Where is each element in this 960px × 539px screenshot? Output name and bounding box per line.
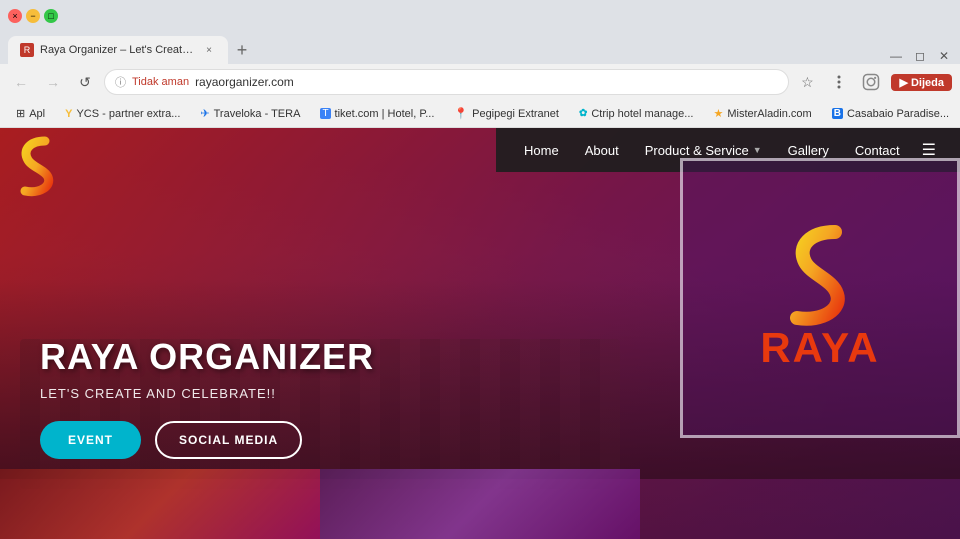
bookmark-apl[interactable]: ⊞ Apl: [8, 105, 53, 122]
bookmark-favicon-traveloka: ✈: [200, 107, 209, 120]
profile-label: Dijeda: [911, 77, 944, 89]
maximize-window-btn[interactable]: □: [44, 9, 58, 23]
bookmark-ycs[interactable]: Y YCS - partner extra...: [57, 106, 188, 122]
bookmark-label: YCS - partner extra...: [76, 108, 180, 120]
win-minimize-btn[interactable]: —: [888, 48, 904, 64]
bottom-strip: [0, 469, 640, 539]
bookmark-label: MisterAladin.com: [727, 108, 811, 120]
title-bar: × − □: [0, 0, 960, 32]
bookmark-favicon-casabaio: B: [832, 108, 843, 119]
hero-content: RAYA ORGANIZER LET'S CREATE AND CELEBRAT…: [40, 336, 374, 459]
profile-icon: ▶: [899, 77, 907, 89]
bookmark-favicon-tiket: T: [320, 108, 330, 119]
hero-buttons: EVENT SOCIAL MEDIA: [40, 421, 374, 459]
nav-product-service-label: Product & Service: [645, 143, 749, 158]
bookmark-label: Pegipegi Extranet: [472, 108, 559, 120]
bookmark-misteraladin[interactable]: ★ MisterAladin.com: [705, 105, 819, 122]
bookmark-tiket[interactable]: T tiket.com | Hotel, P...: [312, 106, 442, 122]
apps-icon: ⊞: [16, 107, 25, 120]
back-btn[interactable]: ←: [8, 69, 34, 95]
address-bar-row: ← → ↺ ⓘ Tidak aman rayaorganizer.com ☆ ▶…: [0, 64, 960, 100]
win-close-btn[interactable]: ✕: [936, 48, 952, 64]
bookmark-favicon-ycs: Y: [65, 108, 72, 120]
raya-logo-big: RAYA: [760, 224, 879, 372]
strip-thumb-1: [0, 469, 320, 539]
nav-home[interactable]: Home: [512, 137, 571, 164]
bookmark-label: Apl: [29, 108, 45, 120]
new-tab-btn[interactable]: +: [228, 36, 256, 64]
bookmark-favicon-pegipegi: 📍: [454, 107, 468, 120]
active-tab[interactable]: R Raya Organizer – Let's Create an... ×: [8, 36, 228, 64]
reload-btn[interactable]: ↺: [72, 69, 98, 95]
bookmark-label: Casabaio Paradise...: [847, 108, 949, 120]
raya-name: RAYA: [760, 324, 879, 372]
bookmark-label: tiket.com | Hotel, P...: [335, 108, 435, 120]
minimize-window-btn[interactable]: −: [26, 9, 40, 23]
bookmark-pegipegi[interactable]: 📍 Pegipegi Extranet: [446, 105, 567, 122]
tab-bar: R Raya Organizer – Let's Create an... × …: [0, 32, 960, 64]
close-window-btn[interactable]: ×: [8, 9, 22, 23]
profile-btn[interactable]: ▶ Dijeda: [891, 74, 952, 91]
address-bar[interactable]: ⓘ Tidak aman rayaorganizer.com: [104, 69, 789, 95]
bookmark-casabaio[interactable]: B Casabaio Paradise...: [824, 106, 957, 122]
bookmarks-bar: ⊞ Apl Y YCS - partner extra... ✈ Travelo…: [0, 100, 960, 128]
tab-close-btn[interactable]: ×: [202, 43, 216, 57]
logo-card: RAYA: [680, 158, 960, 438]
extensions-btn[interactable]: [827, 70, 851, 94]
bookmark-favicon-ctrip: ✿: [579, 108, 587, 119]
website-content: Home About Product & Service ▼ Gallery C…: [0, 128, 960, 539]
strip-thumb-2: [320, 469, 640, 539]
event-btn[interactable]: EVENT: [40, 421, 141, 459]
hero-subtitle: LET'S CREATE AND CELEBRATE!!: [40, 386, 374, 401]
bookmark-star-btn[interactable]: ☆: [795, 70, 819, 94]
social-media-btn[interactable]: SOCIAL MEDIA: [155, 421, 302, 459]
bookmark-ctrip[interactable]: ✿ Ctrip hotel manage...: [571, 106, 702, 122]
instagram-icon: [859, 70, 883, 94]
tab-favicon: R: [20, 43, 34, 57]
hero-title: RAYA ORGANIZER: [40, 336, 374, 378]
nav-about[interactable]: About: [573, 137, 631, 164]
bookmark-label: Ctrip hotel manage...: [591, 108, 693, 120]
url-display: rayaorganizer.com: [195, 75, 294, 89]
forward-btn[interactable]: →: [40, 69, 66, 95]
window-controls[interactable]: × − □: [8, 9, 58, 23]
lock-icon: ⓘ: [115, 74, 126, 90]
win-restore-btn[interactable]: ◻: [912, 48, 928, 64]
window-controls-right: — ◻ ✕: [888, 48, 952, 64]
chevron-down-icon: ▼: [753, 145, 762, 155]
bookmark-favicon-misteraladin: ★: [713, 107, 723, 120]
security-label: Tidak aman: [132, 76, 189, 88]
bookmark-label: Traveloka - TERA: [214, 108, 301, 120]
address-bar-right: ☆ ▶ Dijeda: [795, 70, 952, 94]
tab-title: Raya Organizer – Let's Create an...: [40, 44, 196, 56]
bookmark-traveloka[interactable]: ✈ Traveloka - TERA: [192, 105, 308, 122]
